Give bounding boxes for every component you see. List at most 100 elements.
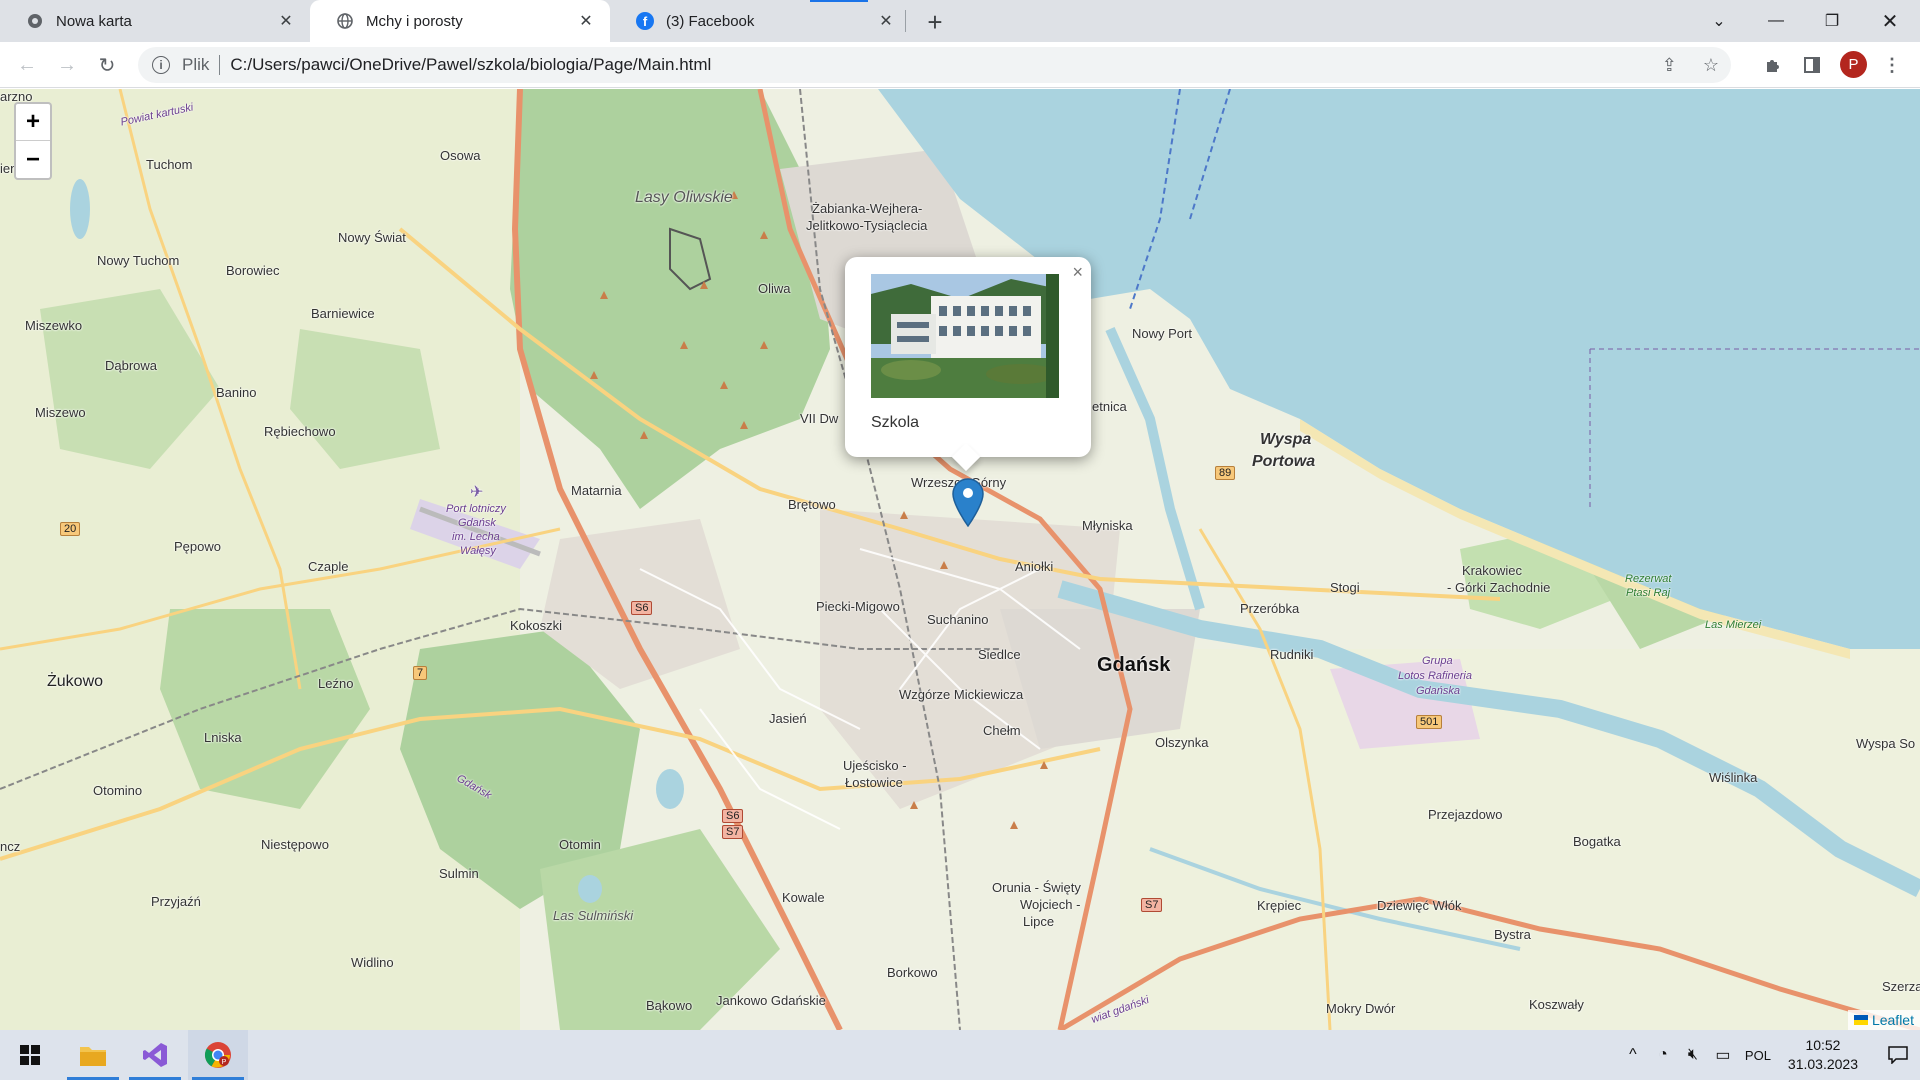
leaflet-link[interactable]: Leaflet <box>1872 1012 1914 1028</box>
zoom-in-button[interactable]: + <box>16 104 50 141</box>
label-portowa: Portowa <box>1252 453 1316 470</box>
language-indicator[interactable]: POL <box>1738 1048 1778 1063</box>
new-tab-button[interactable]: + <box>920 7 950 37</box>
label-przejazdowo: Przejazdowo <box>1428 807 1503 822</box>
visual-studio-button[interactable] <box>125 1030 185 1080</box>
label-bystra: Bystra <box>1494 927 1531 942</box>
school-photo <box>871 274 1059 398</box>
map-attribution: Leaflet <box>1847 1010 1920 1030</box>
tab-new-tab[interactable]: Nowa karta ✕ <box>0 0 310 42</box>
label-lezno: Leźno <box>318 676 354 691</box>
popup-close-button[interactable]: × <box>1072 262 1083 283</box>
tab-search-chevron-icon[interactable]: ⌄ <box>1691 0 1747 42</box>
profile-avatar[interactable]: P <box>1840 51 1867 78</box>
label-wyspa: Wyspa <box>1260 431 1312 448</box>
shield-s6s7-s6: S6 <box>722 809 744 823</box>
label-ujescisko-2: Łostowice <box>845 775 903 790</box>
close-window-button[interactable]: ✕ <box>1862 0 1918 42</box>
label-tuchom: Tuchom <box>146 157 193 172</box>
network-icon[interactable]: ◔ <box>1648 1046 1678 1064</box>
leaflet-map[interactable]: Gdańsk Żukowo Wyspa Portowa Lasy Oliwski… <box>0 89 1920 1030</box>
tab-mchy-i-porosty[interactable]: Mchy i porosty ✕ <box>310 0 610 42</box>
label-ujescisko-1: Ujeścisko - <box>843 758 907 773</box>
label-lniska: Lniska <box>204 730 242 745</box>
label-lotnisko-2: Gdańsk <box>458 517 496 529</box>
folder-icon <box>80 1047 106 1066</box>
label-orunia-1: Orunia - Święty <box>992 880 1081 895</box>
chevron-up-icon[interactable]: ^ <box>1618 1046 1648 1064</box>
windows-logo-icon <box>20 1045 40 1065</box>
battery-icon[interactable]: ▭ <box>1708 1045 1738 1065</box>
tab-close-icon[interactable]: ✕ <box>574 9 598 33</box>
airport-plane-icon: ✈ <box>470 484 484 501</box>
start-button[interactable] <box>0 1030 60 1080</box>
reload-icon[interactable]: ↻ <box>93 51 121 79</box>
chrome-button[interactable]: P <box>188 1030 248 1080</box>
notifications-icon[interactable] <box>1876 1046 1920 1064</box>
label-stogi: Stogi <box>1330 580 1360 595</box>
tab-title: Nowa karta <box>56 12 132 30</box>
url-text[interactable]: C:/Users/pawci/OneDrive/Pawel/szkola/bio… <box>230 55 711 75</box>
bookmark-star-icon[interactable]: ☆ <box>1703 55 1719 76</box>
label-krakowiec-1: Krakowiec <box>1462 563 1522 578</box>
browser-toolbar: ← → ↻ i Plik C:/Users/pawci/OneDrive/Paw… <box>0 42 1920 88</box>
label-olszynka: Olszynka <box>1155 735 1209 750</box>
zoom-out-button[interactable]: − <box>16 141 50 178</box>
label-rezerwat-1: Rezerwat <box>1625 573 1672 585</box>
label-kowale: Kowale <box>782 890 825 905</box>
label-barniewice: Barniewice <box>311 306 375 321</box>
label-wislinka: Wiślinka <box>1709 770 1758 785</box>
site-info-icon[interactable]: i <box>152 56 170 74</box>
label-piecki: Piecki-Migowo <box>816 599 900 614</box>
zoom-control: + − <box>14 102 52 180</box>
side-panel-icon[interactable] <box>1800 53 1824 77</box>
label-wzgorze: Wzgórze Mickiewicza <box>899 687 1024 702</box>
tab-close-icon[interactable]: ✕ <box>274 9 298 33</box>
svg-text:P: P <box>222 1059 227 1066</box>
label-dziewiec-wlok: Dziewięć Włók <box>1377 898 1462 913</box>
label-lotnisko-3: im. Lecha <box>452 531 500 543</box>
minimize-button[interactable]: — <box>1748 0 1804 42</box>
address-bar[interactable]: i Plik C:/Users/pawci/OneDrive/Pawel/szk… <box>138 47 1731 83</box>
label-zabianka-1: Żabianka-Wejhera- <box>812 201 923 216</box>
label-bogatka: Bogatka <box>1573 834 1621 849</box>
label-sulmin: Sulmin <box>439 866 479 881</box>
label-otomino: Otomino <box>93 783 143 798</box>
map-tiles <box>0 89 1920 1030</box>
label-grupa-3: Gdańska <box>1416 685 1461 697</box>
visual-studio-icon <box>143 1043 167 1067</box>
menu-dots-icon[interactable]: ⋮ <box>1880 53 1904 77</box>
tab-facebook[interactable]: f (3) Facebook ✕ <box>610 0 910 42</box>
file-explorer-button[interactable] <box>63 1030 123 1080</box>
label-grupa-2: Lotos Rafineria <box>1398 670 1472 682</box>
volume-muted-icon[interactable]: 🔇︎ <box>1678 1046 1708 1064</box>
clock-date: 31.03.2023 <box>1787 1056 1858 1072</box>
label-dabrowa: Dąbrowa <box>105 358 158 373</box>
map-marker-icon[interactable] <box>951 477 985 527</box>
label-grupa-1: Grupa <box>1422 655 1453 667</box>
label-chelm: Chełm <box>983 723 1021 738</box>
label-oliwa: Oliwa <box>758 281 791 296</box>
label-miszewo: Miszewo <box>35 405 86 420</box>
label-borkowo: Borkowo <box>887 965 938 980</box>
tab-title: Mchy i porosty <box>366 12 463 30</box>
restore-button[interactable]: ❐ <box>1804 0 1860 42</box>
label-osowa: Osowa <box>440 148 481 163</box>
label-jankowo: Jankowo Gdańskie <box>716 993 826 1008</box>
shield-s6: S6 <box>631 601 653 615</box>
label-orunia-2: Wojciech - <box>1020 897 1081 912</box>
extensions-puzzle-icon[interactable] <box>1761 53 1785 77</box>
url-separator <box>219 55 221 75</box>
forward-arrow-icon[interactable]: → <box>53 51 81 79</box>
back-arrow-icon[interactable]: ← <box>13 51 41 79</box>
tab-close-icon[interactable]: ✕ <box>874 9 898 33</box>
label-zabianka-2: Jelitkowo-Tysiąclecia <box>806 218 928 233</box>
shield-s7: S7 <box>1141 898 1163 912</box>
clock[interactable]: 10:52 31.03.2023 <box>1788 1036 1858 1074</box>
label-vii-dwor: VII Dw <box>800 411 839 426</box>
browser-tab-strip: Nowa karta ✕ Mchy i porosty ✕ f (3) Face… <box>0 0 1920 42</box>
ukraine-flag-icon <box>1853 1015 1868 1025</box>
marker-popup: × Szkola <box>845 257 1091 472</box>
label-rudniki: Rudniki <box>1270 647 1314 662</box>
share-icon[interactable]: ⇪ <box>1662 55 1677 76</box>
